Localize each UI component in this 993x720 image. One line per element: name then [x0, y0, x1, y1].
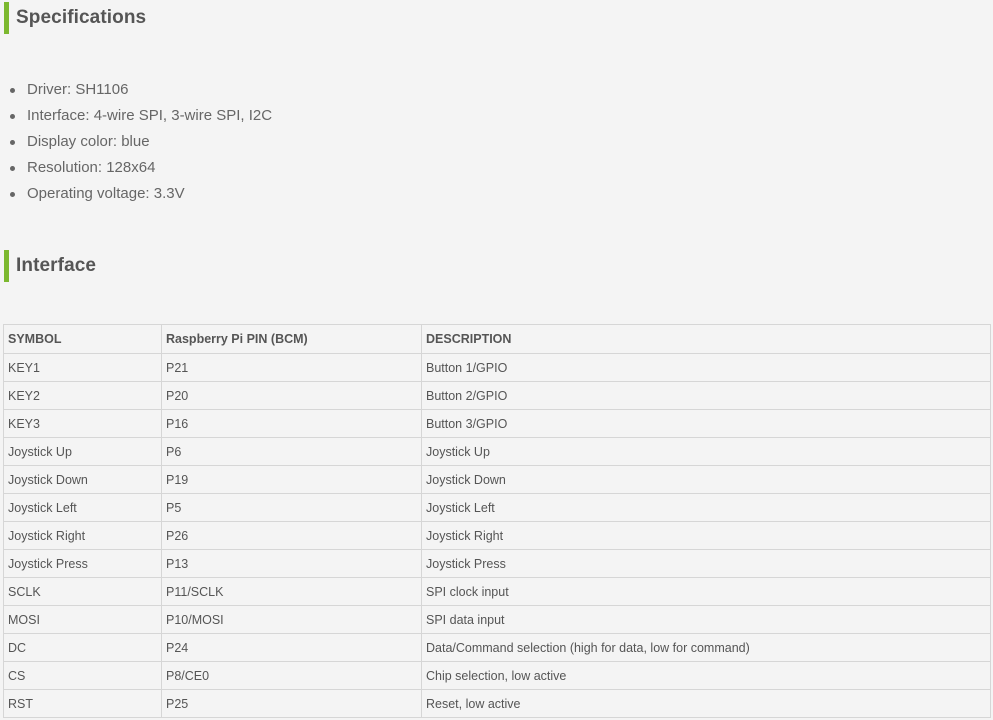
table-row: Joystick Press P13 Joystick Press: [3, 549, 991, 578]
pin-table: SYMBOL Raspberry Pi PIN (BCM) DESCRIPTIO…: [3, 324, 991, 718]
cell-symbol: Joystick Up: [3, 437, 162, 466]
cell-symbol: SCLK: [3, 577, 162, 606]
cell-symbol: KEY3: [3, 409, 162, 438]
specifications-list: Driver: SH1106 Interface: 4-wire SPI, 3-…: [0, 77, 272, 207]
cell-symbol: CS: [3, 661, 162, 690]
heading-accent-bar: [4, 250, 9, 282]
spec-item-interface: Interface: 4-wire SPI, 3-wire SPI, I2C: [9, 103, 272, 129]
table-row: KEY1 P21 Button 1/GPIO: [3, 353, 991, 382]
table-header-row: SYMBOL Raspberry Pi PIN (BCM) DESCRIPTIO…: [3, 324, 991, 354]
cell-pin: P10/MOSI: [161, 605, 422, 634]
spec-item-driver: Driver: SH1106: [9, 77, 272, 103]
table-row: MOSI P10/MOSI SPI data input: [3, 605, 991, 634]
cell-description: Joystick Press: [421, 549, 991, 578]
cell-symbol: KEY2: [3, 381, 162, 410]
table-row: DC P24 Data/Command selection (high for …: [3, 633, 991, 662]
cell-description: Button 3/GPIO: [421, 409, 991, 438]
cell-description: Button 2/GPIO: [421, 381, 991, 410]
cell-symbol: Joystick Left: [3, 493, 162, 522]
header-symbol: SYMBOL: [3, 324, 162, 354]
cell-pin: P13: [161, 549, 422, 578]
table-row: SCLK P11/SCLK SPI clock input: [3, 577, 991, 606]
cell-description: Button 1/GPIO: [421, 353, 991, 382]
cell-pin: P19: [161, 465, 422, 494]
specifications-title: Specifications: [16, 7, 147, 28]
cell-description: Joystick Right: [421, 521, 991, 550]
table-row: RST P25 Reset, low active: [3, 689, 991, 718]
cell-symbol: DC: [3, 633, 162, 662]
table-row: KEY3 P16 Button 3/GPIO: [3, 409, 991, 438]
cell-symbol: Joystick Press: [3, 549, 162, 578]
cell-pin: P25: [161, 689, 422, 718]
spec-item-resolution: Resolution: 128x64: [9, 155, 272, 181]
cell-symbol: RST: [3, 689, 162, 718]
cell-pin: P8/CE0: [161, 661, 422, 690]
spec-item-operating-voltage: Operating voltage: 3.3V: [9, 181, 272, 207]
cell-description: SPI clock input: [421, 577, 991, 606]
spec-item-display-color: Display color: blue: [9, 129, 272, 155]
cell-pin: P26: [161, 521, 422, 550]
table-row: KEY2 P20 Button 2/GPIO: [3, 381, 991, 410]
specifications-heading: Specifications: [4, 2, 146, 34]
interface-title: Interface: [16, 255, 97, 276]
table-row: Joystick Up P6 Joystick Up: [3, 437, 991, 466]
cell-description: Joystick Up: [421, 437, 991, 466]
heading-accent-bar: [4, 2, 9, 34]
cell-pin: P16: [161, 409, 422, 438]
table-row: CS P8/CE0 Chip selection, low active: [3, 661, 991, 690]
cell-symbol: Joystick Right: [3, 521, 162, 550]
table-row: Joystick Right P26 Joystick Right: [3, 521, 991, 550]
header-pin: Raspberry Pi PIN (BCM): [161, 324, 422, 354]
cell-symbol: MOSI: [3, 605, 162, 634]
cell-pin: P11/SCLK: [161, 577, 422, 606]
cell-description: Chip selection, low active: [421, 661, 991, 690]
cell-pin: P24: [161, 633, 422, 662]
cell-description: Reset, low active: [421, 689, 991, 718]
table-row: Joystick Left P5 Joystick Left: [3, 493, 991, 522]
cell-symbol: KEY1: [3, 353, 162, 382]
cell-pin: P20: [161, 381, 422, 410]
interface-heading: Interface: [4, 250, 96, 282]
cell-description: Joystick Down: [421, 465, 991, 494]
cell-pin: P21: [161, 353, 422, 382]
cell-description: SPI data input: [421, 605, 991, 634]
cell-pin: P6: [161, 437, 422, 466]
cell-description: Data/Command selection (high for data, l…: [421, 633, 991, 662]
cell-description: Joystick Left: [421, 493, 991, 522]
table-row: Joystick Down P19 Joystick Down: [3, 465, 991, 494]
cell-pin: P5: [161, 493, 422, 522]
cell-symbol: Joystick Down: [3, 465, 162, 494]
header-description: DESCRIPTION: [421, 324, 991, 354]
